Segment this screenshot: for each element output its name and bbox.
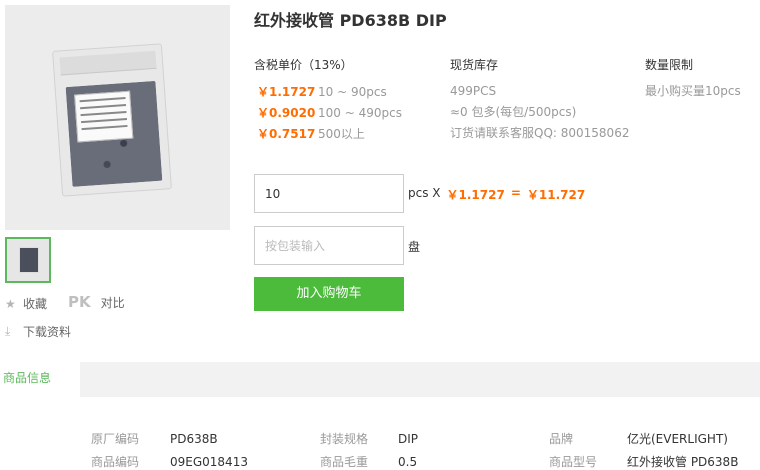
price-calculation: pcs X ￥1.1727 = ￥11.727 <box>408 186 585 203</box>
stock-count: 499PCS <box>450 84 497 98</box>
total-price: ￥11.727 <box>526 188 586 202</box>
spec-item: 商品型号红外接收管 PD638B DIP <box>549 453 760 470</box>
tab-product-info[interactable]: 商品信息 <box>0 362 80 397</box>
spec-key: 商品毛重 <box>320 455 369 469</box>
pack-quantity-input[interactable] <box>254 226 404 265</box>
quantity-input[interactable] <box>254 174 404 213</box>
spec-item: 原厂编码 PD638B <box>91 430 218 447</box>
spec-value: PD638B <box>170 432 218 446</box>
product-bag-graphic <box>52 43 172 197</box>
tier-range: 100 ~ 490pcs <box>318 105 402 120</box>
equals-sign: = <box>510 186 521 200</box>
spec-item: 商品毛重 0.5 <box>320 453 417 470</box>
price-header: 含税单价（13%） <box>254 58 353 72</box>
tier-range: 10 ~ 90pcs <box>318 84 387 99</box>
spec-value: 0.5 <box>398 455 418 469</box>
price-tier-row: ￥0.9020 100 ~ 490pcs <box>257 102 402 123</box>
product-title: 红外接收管 PD638B DIP <box>254 11 447 30</box>
stock-header: 现货库存 <box>450 58 499 72</box>
favorite-label: 收藏 <box>23 297 48 311</box>
spec-key: 商品型号 <box>549 455 598 469</box>
tier-range: 500以上 <box>318 127 365 141</box>
spec-value: 09EG018413 <box>170 455 248 469</box>
spec-key: 原厂编码 <box>91 432 140 446</box>
stock-contact: 订货请联系客服QQ: 800158062 <box>450 126 630 140</box>
spec-key: 商品编码 <box>91 455 140 469</box>
download-datasheet-button[interactable]: ⤓ 下载资料 <box>5 323 71 340</box>
add-to-cart-button[interactable]: 加入购物车 <box>254 277 404 311</box>
unit-label: pcs X <box>408 186 441 200</box>
spec-value: DIP <box>398 432 419 446</box>
download-label: 下载资料 <box>23 325 72 339</box>
spec-item: 封装规格 DIP <box>320 430 418 447</box>
tier-price: ￥0.7517 <box>257 127 316 141</box>
stock-packages: ≈0 包多(每包/500pcs) <box>450 105 577 119</box>
download-icon: ⤓ <box>5 324 11 338</box>
product-image[interactable] <box>5 5 230 230</box>
spec-key: 品牌 <box>549 432 574 446</box>
spec-key: 封装规格 <box>320 432 369 446</box>
tier-price: ￥1.1727 <box>257 85 316 99</box>
min-purchase: 最小购买量10pcs <box>645 84 741 98</box>
spec-item: 商品编码 09EG018413 <box>91 453 248 470</box>
pk-icon: PK <box>68 293 91 311</box>
pack-unit-label: 盘 <box>408 240 421 254</box>
spec-item: 品牌 亿光(EVERLIGHT) <box>549 430 728 447</box>
stock-info: 499PCS ≈0 包多(每包/500pcs) 订货请联系客服QQ: 80015… <box>450 81 629 144</box>
compare-button[interactable]: PK 对比 <box>68 293 125 311</box>
price-tier-row: ￥1.1727 10 ~ 90pcs <box>257 81 402 102</box>
product-thumbnail[interactable] <box>5 237 51 283</box>
spec-value: 亿光(EVERLIGHT) <box>627 432 728 446</box>
star-icon: ★ <box>5 296 16 311</box>
favorite-button[interactable]: ★ 收藏 <box>5 295 47 312</box>
tier-price: ￥0.9020 <box>257 106 316 120</box>
detail-tab-bar: 商品信息 <box>0 362 760 397</box>
price-tier-row: ￥0.7517 500以上 <box>257 123 402 144</box>
compare-label: 对比 <box>100 295 125 310</box>
price-tiers: ￥1.1727 10 ~ 90pcs ￥0.9020 100 ~ 490pcs … <box>257 81 402 144</box>
limit-header: 数量限制 <box>645 58 694 72</box>
unit-price: ￥1.1727 <box>446 188 505 202</box>
